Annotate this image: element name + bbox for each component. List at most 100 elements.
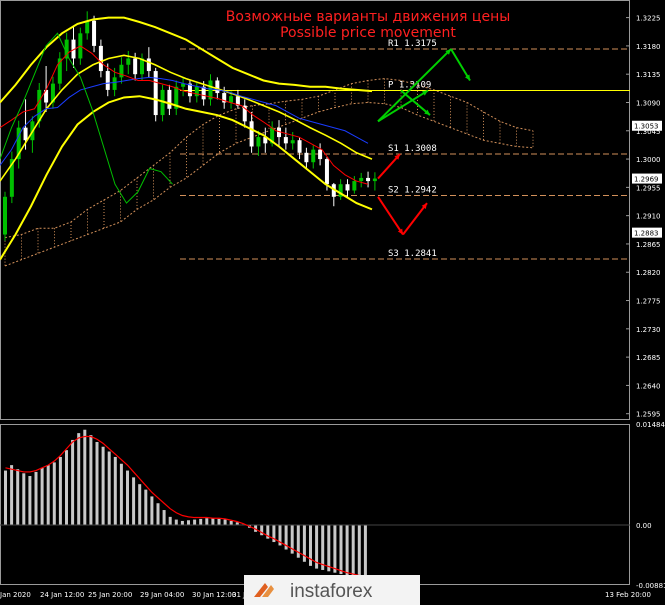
histogram-bar (101, 446, 105, 526)
oscillator-tick-label: 0.00 (636, 522, 652, 530)
histogram-bar (327, 525, 331, 572)
histogram-bar (199, 518, 203, 526)
histogram-bar (321, 525, 325, 570)
price-badge-label: 1.2883 (634, 230, 659, 238)
candle-body (229, 96, 234, 103)
histogram-bar (333, 525, 337, 573)
candle-body (98, 45, 103, 72)
histogram-bar (217, 518, 221, 526)
histogram-bar (89, 435, 93, 526)
candle-body (146, 58, 151, 72)
histogram-bar (363, 525, 367, 580)
price-tick-label: 1.2640 (636, 382, 661, 390)
candle-body (311, 149, 316, 163)
histogram-bar (46, 465, 50, 526)
histogram-bar (95, 441, 99, 526)
histogram-bar (119, 463, 123, 526)
histogram-bar (180, 520, 184, 526)
candle-body (112, 77, 117, 90)
histogram-bar (357, 525, 361, 579)
histogram-bar (351, 525, 355, 577)
level-label-s1: S1 1.3008 (388, 144, 437, 154)
candle-body (366, 177, 371, 182)
time-tick-label: 13 Feb 20:00 (605, 591, 651, 599)
candle-body (359, 177, 364, 182)
candle-body (290, 140, 295, 144)
candle-body (304, 152, 309, 163)
candle-body (126, 58, 131, 65)
histogram-bar (193, 519, 197, 526)
ichimoku-price-chart: R1 1.3175P 1.3109S1 1.3008S2 1.2942S3 1.… (0, 0, 665, 605)
histogram-bar (132, 477, 136, 526)
histogram-bar (58, 456, 62, 526)
histogram-bar (4, 470, 7, 526)
histogram-bar (205, 518, 209, 526)
candle-body (297, 140, 302, 153)
candle-body (167, 89, 172, 109)
price-tick-label: 1.2820 (636, 269, 661, 277)
watermark-brand: instaforex (290, 581, 373, 602)
time-tick-label: 30 Jan 12:00 (192, 591, 236, 599)
histogram-bar (113, 456, 117, 526)
histogram-bar (229, 520, 233, 526)
histogram-bar (156, 503, 160, 526)
histogram-bar (77, 433, 81, 526)
histogram-bar (65, 450, 68, 526)
time-tick-label: 25 Jan 20:00 (88, 591, 132, 599)
candle-body (3, 196, 7, 235)
candle-body (318, 149, 323, 160)
candle-body (92, 20, 97, 46)
histogram-bar (174, 519, 178, 526)
histogram-bar (34, 471, 38, 526)
histogram-bar (339, 525, 343, 575)
price-tick-label: 1.3180 (636, 43, 661, 51)
histogram-bar (10, 465, 14, 526)
level-label-s2: S2 1.2942 (388, 186, 437, 196)
time-tick-label: 24 Jan 12:00 (40, 591, 84, 599)
price-tick-label: 1.2685 (636, 354, 661, 362)
candle-body (324, 159, 329, 185)
candle-body (23, 127, 28, 141)
price-tick-label: 1.2730 (636, 326, 661, 334)
histogram-bar (83, 429, 87, 526)
candle-body (372, 178, 377, 182)
histogram-bar (187, 520, 190, 526)
price-tick-label: 1.3090 (636, 99, 661, 107)
histogram-bar (126, 470, 129, 526)
histogram-bar (22, 473, 26, 526)
price-tick-label: 1.3225 (636, 15, 661, 23)
oscillator-tick-label: 0.01484 (636, 421, 665, 429)
candle-body (119, 64, 124, 78)
candle-body (85, 20, 90, 34)
candle-body (37, 89, 42, 122)
candle-body (256, 137, 261, 147)
candle-body (133, 58, 138, 75)
histogram-bar (144, 489, 148, 526)
histogram-bar (223, 519, 227, 526)
time-tick-label: Jan 2020 (0, 591, 31, 599)
instaforex-watermark: instaforex (244, 575, 420, 605)
candle-body (352, 181, 357, 191)
histogram-bar (211, 518, 215, 526)
price-tick-label: 1.2910 (636, 213, 661, 221)
price-tick-label: 1.3000 (636, 156, 661, 164)
histogram-bar (107, 451, 111, 526)
candle-body (283, 137, 288, 144)
histogram-bar (40, 467, 44, 526)
candle-body (345, 184, 350, 191)
price-tick-label: 1.2955 (636, 184, 661, 192)
histogram-bar (150, 496, 154, 526)
candle-body (105, 71, 110, 90)
histogram-bar (52, 462, 56, 526)
histogram-bar (138, 484, 142, 526)
price-badge-label: 1.2969 (634, 176, 659, 184)
time-tick-label: 29 Jan 04:00 (140, 591, 184, 599)
price-tick-label: 1.2595 (636, 411, 661, 419)
chart-title-en: Possible price movement (280, 25, 456, 41)
histogram-bar (168, 516, 172, 526)
candle-body (215, 80, 220, 94)
histogram-bar (345, 525, 349, 576)
oscillator-tick-label: -0.00881 (636, 582, 665, 590)
histogram-bar (16, 469, 20, 526)
price-badge-label: 1.3053 (634, 123, 659, 131)
